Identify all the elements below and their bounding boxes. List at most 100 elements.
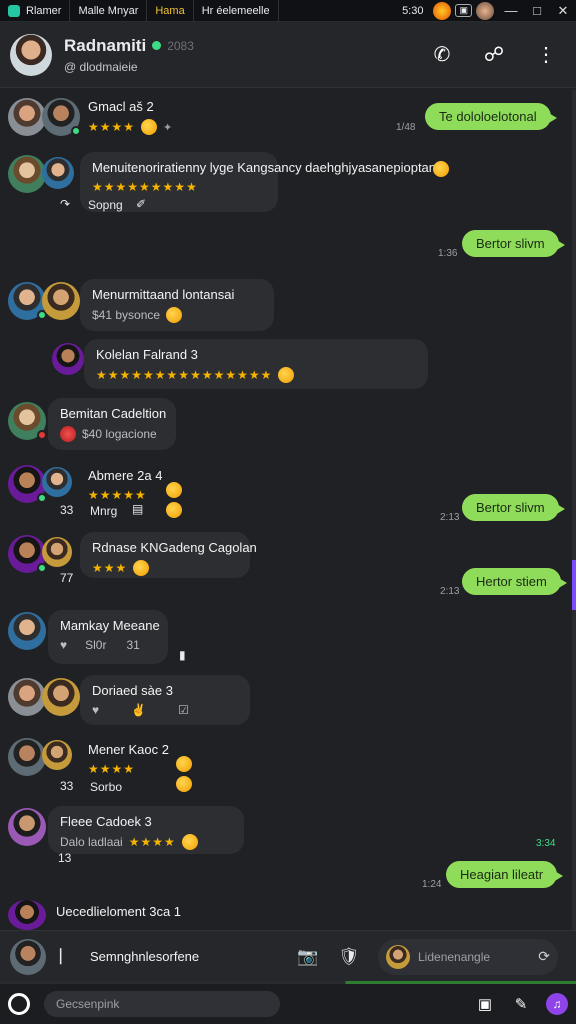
message-sender: Doriaed sàe 3 bbox=[92, 683, 173, 698]
message-time: 2:13 bbox=[440, 512, 460, 523]
message-sender: Menuitenoriratienny lyge Kangsancy daehg… bbox=[92, 160, 444, 175]
search-input[interactable] bbox=[44, 991, 280, 1017]
avatar[interactable] bbox=[8, 808, 46, 846]
record-icon[interactable] bbox=[8, 993, 30, 1015]
avatar[interactable] bbox=[42, 157, 74, 189]
mic-icon[interactable]: ♫ bbox=[546, 993, 568, 1015]
search-text: Lidenenangle bbox=[418, 949, 491, 964]
message-time: 1/48 bbox=[396, 122, 416, 133]
tab-2[interactable]: Malle Mnyar bbox=[70, 0, 148, 22]
screen-icon[interactable]: ▣ bbox=[474, 995, 496, 1013]
avatar[interactable] bbox=[42, 678, 80, 716]
message-meta: Sopng bbox=[88, 198, 123, 212]
avatar[interactable] bbox=[42, 740, 72, 770]
list-item[interactable]: Menurmittaand lontansai $41 bysonce bbox=[80, 279, 274, 331]
tray-avatar-icon[interactable] bbox=[476, 1, 494, 20]
edit-icon[interactable]: ✐ bbox=[136, 197, 146, 211]
check-icon[interactable]: ☑ bbox=[178, 703, 189, 717]
scrollbar[interactable] bbox=[572, 90, 576, 930]
heart-icon[interactable]: ♥ bbox=[92, 703, 99, 717]
message-meta: ✦ bbox=[163, 121, 173, 134]
contact-extra: 2083 bbox=[167, 38, 194, 53]
avatar[interactable] bbox=[8, 155, 46, 193]
list-item[interactable]: Mener Kaoc 2 ★★★★ bbox=[80, 736, 172, 782]
message-avatars bbox=[8, 808, 46, 846]
side-time: 3:34 bbox=[536, 838, 556, 849]
list-item[interactable]: Abmere 2a 4 ★★★★★ bbox=[80, 462, 170, 508]
avatar[interactable] bbox=[52, 343, 84, 375]
reply-icon[interactable]: ↷ bbox=[60, 197, 70, 211]
rating-stars: ★★★★★★★★★★★★★★★ bbox=[96, 368, 273, 382]
avatar[interactable] bbox=[42, 537, 72, 567]
rating-stars: ★★★★ bbox=[88, 120, 136, 134]
heart-icon[interactable]: ♥ bbox=[60, 638, 67, 652]
avatar[interactable] bbox=[8, 535, 47, 573]
list-item[interactable]: Kolelan Falrand 3 ★★★★★★★★★★★★★★★ bbox=[84, 339, 428, 389]
message-avatars bbox=[8, 535, 72, 573]
message-avatars bbox=[8, 155, 74, 193]
tab-4[interactable]: Hr éelemeelle bbox=[194, 0, 279, 22]
message-meta: $40 logacione bbox=[82, 427, 157, 441]
rating-stars: ★★★★★ bbox=[88, 488, 147, 502]
close-icon[interactable]: ✕ bbox=[550, 3, 576, 19]
thumbs-icon[interactable]: ✌ bbox=[131, 703, 146, 717]
avatar[interactable] bbox=[8, 402, 47, 440]
avatar[interactable] bbox=[8, 678, 46, 716]
emoji-icon bbox=[166, 307, 183, 323]
shield-icon[interactable]: 🛡 bbox=[338, 947, 360, 967]
list-item[interactable]: Uecedlieloment 3ca 1 bbox=[48, 898, 198, 925]
avatar[interactable] bbox=[8, 900, 46, 930]
rating-stars: ★★★★ bbox=[88, 762, 136, 776]
list-item[interactable]: Mamkay Meeane ♥ Sl0r 31 bbox=[48, 610, 168, 664]
avatar[interactable] bbox=[8, 738, 46, 776]
avatar[interactable] bbox=[8, 465, 47, 503]
contact-avatar[interactable] bbox=[10, 33, 52, 76]
pen-icon[interactable]: ✎ bbox=[510, 995, 532, 1013]
message-meta: Sl0r bbox=[85, 638, 107, 652]
refresh-icon[interactable]: ⟳ bbox=[538, 948, 550, 965]
avatar[interactable] bbox=[42, 467, 72, 497]
avatar[interactable] bbox=[8, 612, 46, 650]
app-tab[interactable]: Rlamer bbox=[0, 0, 71, 22]
tab-3[interactable]: Hama bbox=[147, 0, 194, 22]
scroll-thumb[interactable] bbox=[572, 560, 576, 610]
share-icon[interactable]: ☍ bbox=[482, 42, 506, 67]
minimize-icon[interactable]: — bbox=[498, 3, 524, 18]
message-sender: Mener Kaoc 2 bbox=[88, 742, 169, 757]
avatar[interactable] bbox=[42, 98, 81, 136]
mic-line-icon[interactable]: ⎸ bbox=[60, 948, 76, 966]
message-avatars bbox=[8, 900, 46, 930]
emoji-icon bbox=[133, 560, 150, 576]
attachment-icon[interactable]: ▤ bbox=[132, 502, 143, 516]
contact-name: Radnamiti bbox=[64, 35, 147, 55]
message-meta: 77 bbox=[60, 571, 74, 585]
list-item[interactable]: Bemitan Cadeltion $40 logacione bbox=[48, 398, 176, 450]
maximize-icon[interactable]: □ bbox=[524, 3, 550, 18]
avatar[interactable] bbox=[42, 282, 80, 320]
list-item[interactable]: Rdnase KNGadeng Cagolan ★★★ bbox=[80, 532, 257, 578]
avatar[interactable] bbox=[8, 98, 46, 136]
outgoing-bubble[interactable]: Hertor stiem bbox=[462, 568, 567, 595]
phone-icon[interactable]: ✆ bbox=[430, 42, 454, 67]
message-avatars bbox=[8, 465, 72, 503]
contact-search[interactable]: Lidenenangle ⟳ bbox=[378, 938, 558, 975]
tray-emoji-icon[interactable] bbox=[433, 1, 452, 20]
avatar[interactable] bbox=[8, 282, 47, 320]
outgoing-bubble[interactable]: Bertor slivm bbox=[462, 230, 565, 257]
message-sender: Abmere 2a 4 bbox=[88, 468, 163, 483]
outgoing-bubble[interactable]: Heagian lileatr bbox=[446, 861, 564, 888]
marker-icon: ▮ bbox=[179, 648, 186, 662]
outgoing-bubble[interactable]: Bertor slivm bbox=[462, 494, 565, 521]
message-meta: 13 bbox=[58, 851, 72, 865]
message-sender: Gmacl aš 2 bbox=[88, 99, 154, 114]
list-item[interactable]: Gmacl aš 2 ★★★★ ✦ bbox=[80, 93, 190, 141]
list-item[interactable]: Doriaed sàe 3 ♥ ✌ ☑ bbox=[80, 675, 250, 725]
tray-badge-icon[interactable]: ▣ bbox=[455, 4, 472, 17]
camera-icon[interactable]: 📷 bbox=[297, 947, 318, 967]
user-avatar[interactable] bbox=[10, 938, 46, 975]
list-item[interactable]: Fleee Cadoek 3 Dalo ladlaai ★★★★ bbox=[48, 806, 244, 854]
outgoing-bubble[interactable]: Te dololoelotonal bbox=[425, 103, 557, 130]
more-vertical-icon[interactable]: ⋮ bbox=[534, 42, 558, 67]
compose-text[interactable]: Semnghnlesorfene bbox=[90, 949, 199, 964]
emoji-icon bbox=[141, 119, 158, 135]
